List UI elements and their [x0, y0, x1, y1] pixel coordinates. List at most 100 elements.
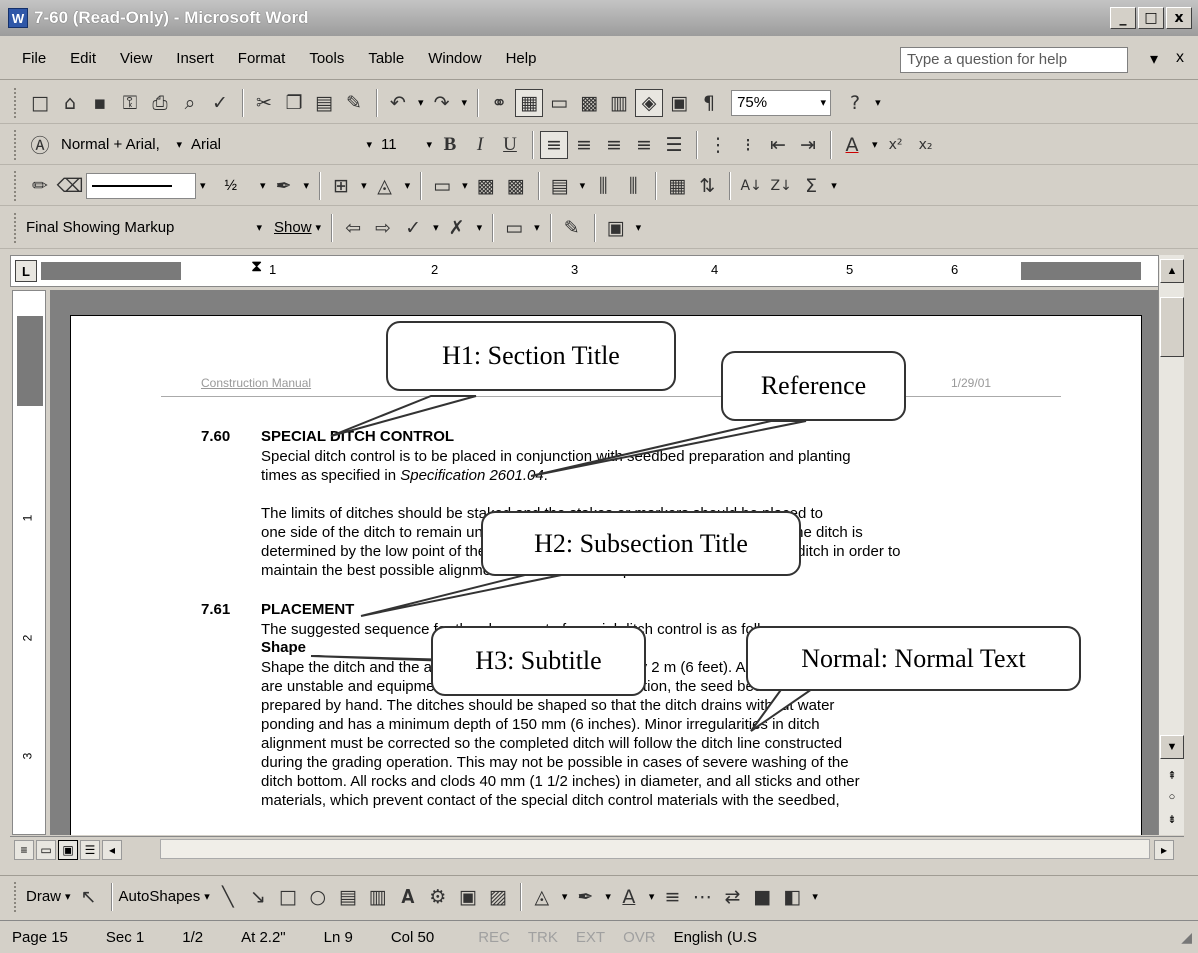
vertical-scrollbar[interactable]: ▲ ▼ ⇞ ○ ⇟	[1158, 255, 1184, 835]
font-size-select[interactable]: 11 ▾	[376, 132, 436, 158]
scroll-down-button[interactable]: ▼	[1160, 735, 1184, 759]
print-icon[interactable]: ⎙	[146, 89, 174, 117]
redo-icon[interactable]: ↷	[428, 89, 456, 117]
reject-change-icon[interactable]: ✗	[443, 214, 471, 242]
vertical-ruler[interactable]: 1 2 3	[12, 290, 46, 835]
menu-window[interactable]: Window	[428, 50, 481, 67]
menu-insert[interactable]: Insert	[176, 50, 214, 67]
display-for-review-select[interactable]: Final Showing Markup ▾	[26, 215, 266, 241]
document-area[interactable]: Construction Manual 1/29/01 7.60 SPECIAL…	[50, 290, 1158, 835]
split-cells-icon[interactable]: ▩	[502, 172, 530, 200]
font-color-draw-icon[interactable]: A	[615, 883, 643, 911]
insert-table-menu-icon[interactable]: ▭	[428, 172, 456, 200]
autoshapes-menu-button[interactable]: AutoShapes	[119, 888, 201, 905]
select-browse-object-icon[interactable]: ○	[1160, 785, 1184, 809]
menu-tools[interactable]: Tools	[309, 50, 344, 67]
status-rec[interactable]: REC	[478, 929, 510, 946]
rectangle-icon[interactable]: □	[274, 883, 302, 911]
subscript-icon[interactable]: x₂	[912, 131, 940, 159]
hyperlink-icon[interactable]: ⚭	[485, 89, 513, 117]
scroll-thumb[interactable]	[1160, 297, 1184, 357]
oval-icon[interactable]: ○	[304, 883, 332, 911]
copy-icon[interactable]: ❐	[280, 89, 308, 117]
next-change-icon[interactable]: ⇨	[369, 214, 397, 242]
style-select[interactable]: Normal + Arial, ▾	[56, 132, 186, 158]
select-objects-icon[interactable]: ↖	[75, 883, 103, 911]
justify-icon[interactable]: ≡	[630, 131, 658, 159]
paste-icon[interactable]: ▤	[310, 89, 338, 117]
close-button[interactable]: x	[1166, 7, 1192, 29]
permission-icon[interactable]: ⚿	[116, 89, 144, 117]
toolbar-grip[interactable]	[14, 170, 18, 201]
border-color-icon[interactable]: ✒	[270, 172, 298, 200]
eraser-icon[interactable]: ⌫	[56, 172, 84, 200]
line-color-icon[interactable]: ✒	[571, 883, 599, 911]
resize-grip-icon[interactable]: ◢	[1181, 929, 1192, 946]
increase-indent-icon[interactable]: ⇥	[794, 131, 822, 159]
new-icon[interactable]: □	[26, 89, 54, 117]
open-icon[interactable]: ⌂	[56, 89, 84, 117]
scroll-left-button[interactable]: ◂	[102, 839, 122, 860]
merge-cells-icon[interactable]: ▩	[472, 172, 500, 200]
toolbar-grip[interactable]	[14, 212, 18, 243]
minimize-button[interactable]: _	[1110, 7, 1136, 29]
maximize-button[interactable]: □	[1138, 7, 1164, 29]
line-weight-select[interactable]: ½ ▾	[220, 173, 270, 199]
status-ovr[interactable]: OVR	[623, 929, 656, 946]
wordart-icon[interactable]: 𝐀	[394, 883, 422, 911]
menu-table[interactable]: Table	[368, 50, 404, 67]
text-box-icon[interactable]: ▤	[334, 883, 362, 911]
spelling-icon[interactable]: ✓	[206, 89, 234, 117]
shadow-icon[interactable]: ■	[748, 883, 776, 911]
menu-format[interactable]: Format	[238, 50, 286, 67]
shading-icon[interactable]: ◬	[371, 172, 399, 200]
italic-icon[interactable]: I	[466, 131, 494, 159]
zoom-select[interactable]: 75% ▾	[731, 89, 832, 116]
menu-help[interactable]: Help	[506, 50, 537, 67]
scroll-up-button[interactable]: ▲	[1160, 259, 1184, 283]
help-search-input[interactable]: Type a question for help	[900, 47, 1128, 73]
borders-icon[interactable]: ⊞	[327, 172, 355, 200]
outline-view-icon[interactable]: ☰	[80, 839, 100, 860]
insert-comment-icon[interactable]: ▭	[500, 214, 528, 242]
line-spacing-icon[interactable]: ☰	[660, 131, 688, 159]
insert-table-icon[interactable]: ▭	[545, 89, 573, 117]
bold-icon[interactable]: B	[436, 131, 464, 159]
undo-icon[interactable]: ↶	[384, 89, 412, 117]
tables-borders-icon[interactable]: ▦	[515, 88, 544, 117]
decrease-indent-icon[interactable]: ⇤	[764, 131, 792, 159]
dash-style-icon[interactable]: ⋯	[688, 883, 716, 911]
distribute-columns-icon[interactable]: ⫼	[619, 172, 647, 200]
toolbar-grip[interactable]	[14, 129, 18, 160]
underline-icon[interactable]: U	[496, 131, 524, 159]
close-document-button[interactable]: x	[1176, 49, 1184, 69]
align-cell-icon[interactable]: ▤	[546, 172, 574, 200]
status-ext[interactable]: EXT	[576, 929, 605, 946]
insert-excel-icon[interactable]: ▩	[575, 89, 603, 117]
columns-icon[interactable]: ▥	[605, 89, 633, 117]
sort-descending-icon[interactable]: Z↓	[767, 172, 795, 200]
insert-picture-icon[interactable]: ▨	[484, 883, 512, 911]
tab-selector[interactable]: L	[15, 260, 37, 282]
print-layout-icon[interactable]: ▣	[58, 839, 78, 860]
status-trk[interactable]: TRK	[528, 929, 558, 946]
clip-art-icon[interactable]: ▣	[454, 883, 482, 911]
font-color-icon[interactable]: A	[838, 131, 866, 159]
numbering-icon[interactable]: ⋮	[704, 131, 732, 159]
bullets-icon[interactable]: ⁝	[734, 131, 762, 159]
scroll-right-button[interactable]: ▸	[1154, 839, 1174, 860]
web-layout-icon[interactable]: ▭	[36, 839, 56, 860]
indent-marker-icon[interactable]: ⧗	[251, 258, 262, 276]
menu-view[interactable]: View	[120, 50, 152, 67]
track-changes-icon[interactable]: ✎	[558, 214, 586, 242]
reviewing-pane-icon[interactable]: ▣	[602, 214, 630, 242]
menu-edit[interactable]: Edit	[70, 50, 96, 67]
show-menu-button[interactable]: Show	[274, 219, 312, 236]
superscript-icon[interactable]: x²	[882, 131, 910, 159]
accept-change-icon[interactable]: ✓	[399, 214, 427, 242]
menu-file[interactable]: File	[22, 50, 46, 67]
vertical-text-box-icon[interactable]: ▥	[364, 883, 392, 911]
cut-icon[interactable]: ✂	[250, 89, 278, 117]
arrow-icon[interactable]: ↘	[244, 883, 272, 911]
distribute-rows-icon[interactable]: ⫼	[589, 172, 617, 200]
